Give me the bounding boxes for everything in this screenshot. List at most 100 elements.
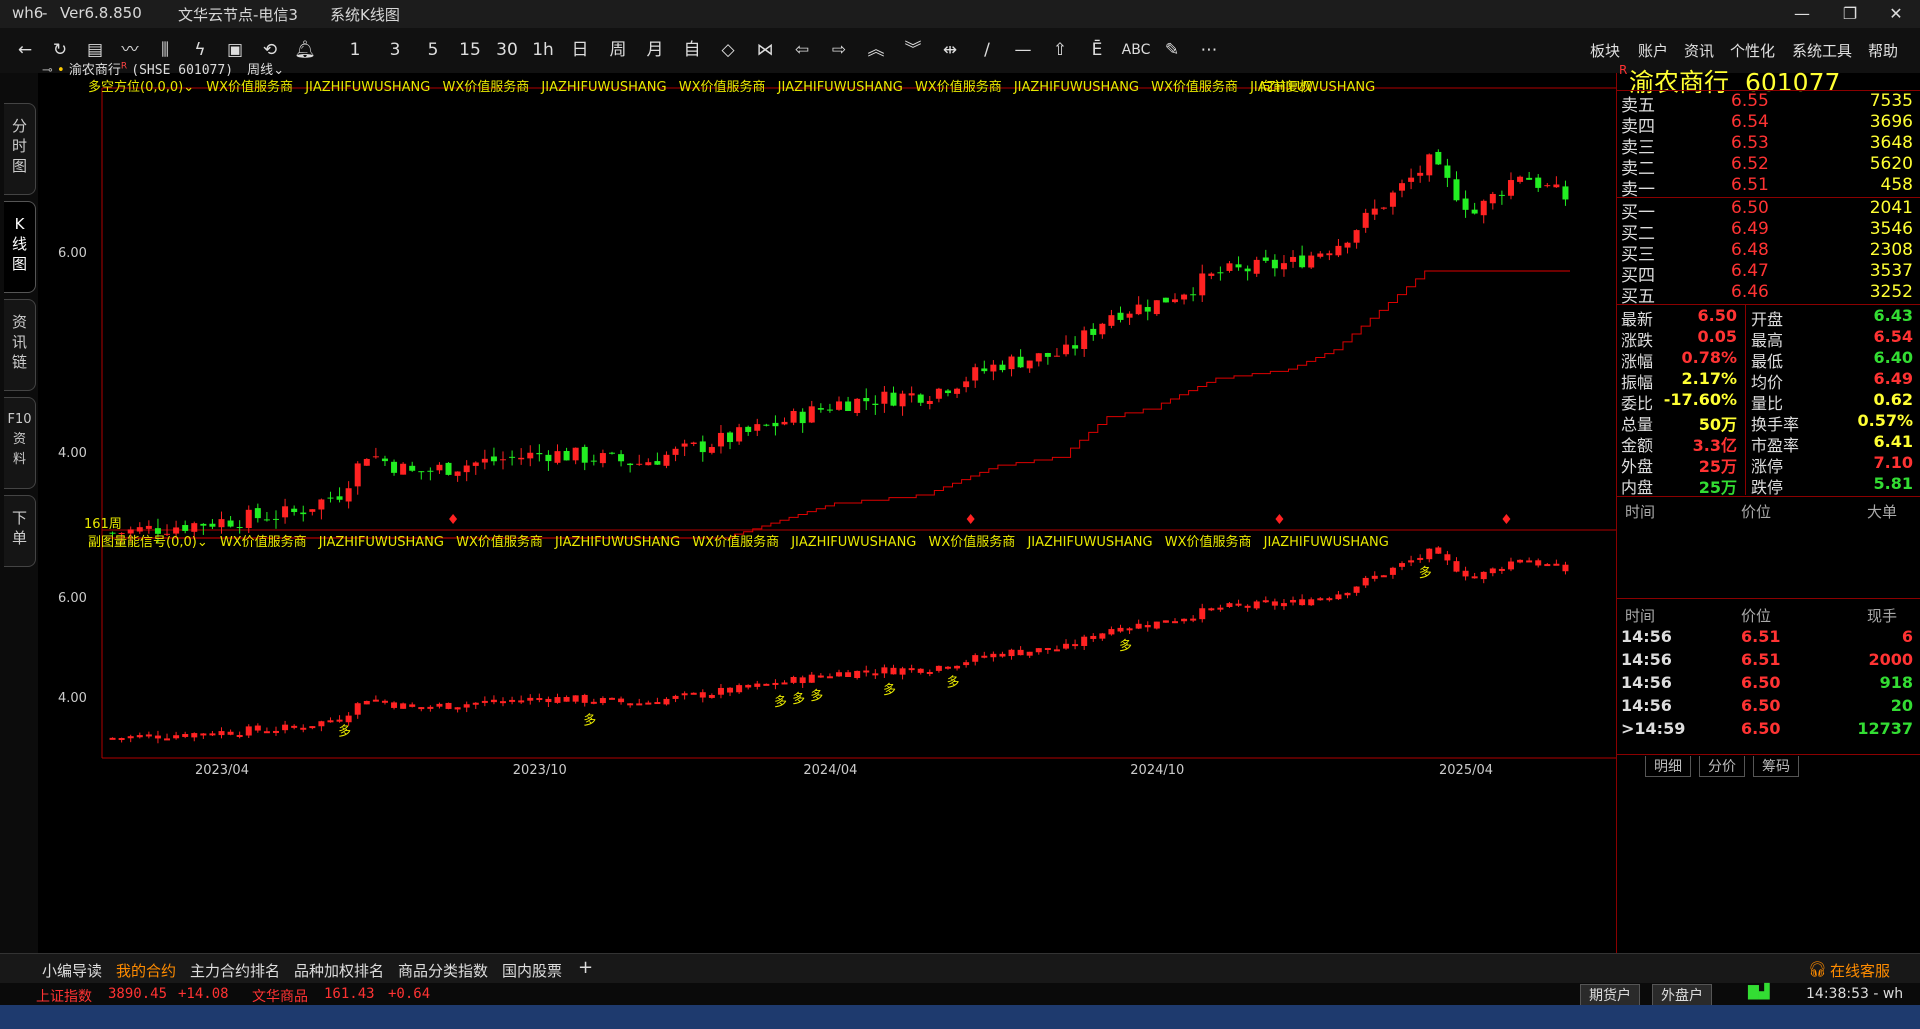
tab-f10[interactable]: F10 资料 bbox=[4, 397, 36, 489]
menu-news[interactable]: 资讯 bbox=[1684, 40, 1714, 61]
book-price: 6.52 bbox=[1731, 154, 1769, 174]
candle-body bbox=[1290, 256, 1297, 262]
menu-personalize[interactable]: 个性化 bbox=[1730, 40, 1775, 61]
candle-body bbox=[1271, 259, 1278, 269]
period-5m[interactable]: 5 bbox=[418, 36, 448, 64]
alarm-icon[interactable]: 🔔︎ bbox=[290, 36, 320, 64]
candle-body bbox=[509, 456, 516, 458]
candle-body bbox=[1353, 230, 1360, 243]
restore-icon[interactable]: ❐ bbox=[1830, 2, 1870, 26]
online-service[interactable]: 在线客服 bbox=[1830, 960, 1890, 981]
period-30m[interactable]: 30 bbox=[492, 36, 522, 64]
pen-icon[interactable]: ✎ bbox=[1157, 36, 1187, 64]
zoom-out-icon[interactable]: ⋈ bbox=[750, 36, 780, 64]
sub-indicator-select[interactable]: 副图量能信号(0,0) bbox=[88, 535, 197, 550]
tab-domestic-stocks[interactable]: 国内股票 bbox=[502, 960, 562, 981]
period-3m[interactable]: 3 bbox=[380, 36, 410, 64]
main-indicator-select[interactable]: 多空方位(0,0,0) bbox=[88, 80, 183, 95]
menu-tools[interactable]: 系统工具 bbox=[1792, 40, 1852, 61]
tab-main-contract-rank[interactable]: 主力合约排名 bbox=[190, 960, 280, 981]
period-15m[interactable]: 15 bbox=[455, 36, 485, 64]
adjust-mode[interactable]: 向前复权 bbox=[1260, 76, 1312, 95]
candle-body bbox=[917, 394, 924, 403]
down-icon[interactable]: ︾ bbox=[898, 36, 928, 64]
book-row: 买二 6.49 3546 bbox=[1617, 219, 1920, 244]
foreign-account-button[interactable]: 外盘户 bbox=[1652, 984, 1712, 1006]
fib-icon[interactable]: Ē bbox=[1082, 36, 1112, 64]
tab-editor-guide[interactable]: 小编导读 bbox=[42, 960, 102, 981]
close-icon[interactable]: ✕ bbox=[1876, 2, 1916, 26]
sub-candle-body bbox=[963, 662, 970, 666]
arrow-up-icon[interactable]: ⇧ bbox=[1045, 36, 1075, 64]
prev-icon[interactable]: ⇦ bbox=[787, 36, 817, 64]
sub-candle-body bbox=[645, 702, 652, 705]
zoom-in-icon[interactable]: ◇ bbox=[713, 36, 743, 64]
draw-line-icon[interactable]: ∕ bbox=[972, 36, 1002, 64]
book-price: 6.46 bbox=[1731, 282, 1769, 302]
period-week[interactable]: 周 bbox=[603, 36, 633, 64]
period-month[interactable]: 月 bbox=[640, 36, 670, 64]
sub-candle-body bbox=[1235, 603, 1242, 606]
sub-candle-body bbox=[581, 694, 588, 703]
next-icon[interactable]: ⇨ bbox=[824, 36, 854, 64]
text-tool-icon[interactable]: ABC bbox=[1118, 36, 1154, 64]
book-volume: 3537 bbox=[1869, 261, 1913, 281]
tab-chips[interactable]: 筹码 bbox=[1753, 756, 1799, 777]
tab-price-dist[interactable]: 分价 bbox=[1699, 756, 1745, 777]
tab-timeshare[interactable]: 分时图 bbox=[4, 103, 36, 195]
candle-body bbox=[872, 403, 879, 405]
tab-news-chain[interactable]: 资讯链 bbox=[4, 299, 36, 391]
title-sep: - bbox=[42, 4, 48, 22]
sub-candle-body bbox=[1135, 623, 1142, 629]
sub-candle-body bbox=[545, 698, 552, 703]
back-icon[interactable]: ← bbox=[10, 36, 40, 64]
menu-help[interactable]: 帮助 bbox=[1868, 40, 1898, 61]
chart-area[interactable]: 6.00 4.00 6.00 4.00 多多多多多多多多多 2023/04 2023/1… bbox=[38, 62, 1820, 953]
period-custom[interactable]: 自 bbox=[677, 36, 707, 64]
sub-candle-body bbox=[1144, 625, 1151, 628]
service-icon[interactable]: 🎧︎ bbox=[1808, 960, 1827, 978]
candle-body bbox=[554, 451, 561, 463]
menu-account[interactable]: 账户 bbox=[1638, 40, 1668, 61]
chart-menu-icon[interactable]: ⊸ bbox=[42, 63, 53, 78]
menu-sector[interactable]: 板块 bbox=[1590, 40, 1620, 61]
buy-signal-label: 多 bbox=[774, 694, 787, 710]
tick-row: >14:59 6.50 12737 bbox=[1617, 717, 1920, 740]
candle-body bbox=[645, 462, 652, 466]
period-day[interactable]: 日 bbox=[565, 36, 595, 64]
hline-icon[interactable]: — bbox=[1008, 36, 1038, 64]
sub-candle-body bbox=[1489, 568, 1496, 574]
sub-candle-body bbox=[418, 707, 425, 710]
candle-body bbox=[145, 525, 152, 529]
futures-account-button[interactable]: 期货户 bbox=[1580, 984, 1640, 1006]
tab-weighted-rank[interactable]: 品种加权排名 bbox=[294, 960, 384, 981]
more-icon[interactable]: ⋯ bbox=[1194, 36, 1224, 64]
chevron-down-icon[interactable]: ⌄ bbox=[197, 535, 208, 550]
sub-candle-body bbox=[790, 677, 797, 683]
crosshair-icon[interactable]: ⇹ bbox=[935, 36, 965, 64]
sub-candle-body bbox=[727, 687, 734, 693]
sub-candle-body bbox=[1335, 594, 1342, 600]
add-tab-button[interactable]: + bbox=[578, 957, 593, 978]
sub-candle-body bbox=[1526, 560, 1533, 563]
sub-candle-body bbox=[427, 706, 434, 709]
minimize-icon[interactable]: — bbox=[1782, 2, 1822, 26]
app-version: Ver6.8.850 bbox=[60, 4, 142, 22]
tab-order[interactable]: 下单 bbox=[4, 495, 36, 567]
tick-row: 14:56 6.51 6 bbox=[1617, 625, 1920, 648]
candle-body bbox=[227, 520, 234, 527]
sub-candle-body bbox=[717, 687, 724, 695]
tab-kline[interactable]: K线图 bbox=[4, 201, 36, 293]
chevron-down-icon[interactable]: ⌄ bbox=[183, 80, 194, 95]
candle-body bbox=[690, 442, 697, 444]
up-icon[interactable]: ︽ bbox=[861, 36, 891, 64]
tab-commodity-index[interactable]: 商品分类指数 bbox=[398, 960, 488, 981]
kline-chart[interactable]: 6.004.006.004.00 多多多多多多多多多 2023/04 2023/1… bbox=[38, 73, 1820, 953]
candle-body bbox=[472, 462, 479, 466]
tab-my-contracts[interactable]: 我的合约 bbox=[116, 960, 176, 981]
sub-candle-body bbox=[1226, 603, 1233, 607]
period-1m[interactable]: 1 bbox=[340, 36, 370, 64]
period-1h[interactable]: 1h bbox=[528, 36, 558, 64]
tab-detail[interactable]: 明细 bbox=[1645, 756, 1691, 777]
stat-row: 最新 6.50 开盘 6.43 bbox=[1617, 305, 1920, 329]
